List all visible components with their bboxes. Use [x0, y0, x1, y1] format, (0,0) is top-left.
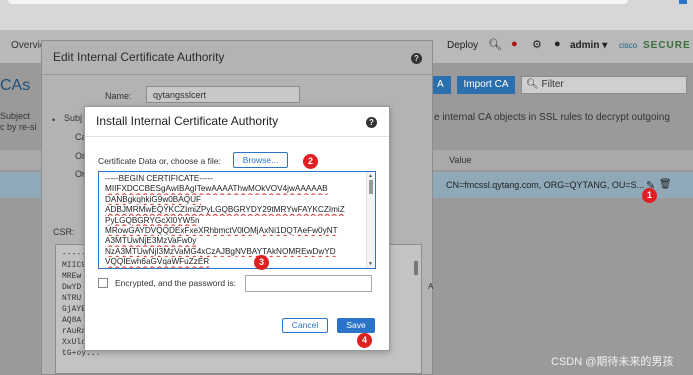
bullet-icon: • [52, 115, 56, 125]
row-value: CN=fmcssl.qytang.com, ORG=QYTANG, OU=S..… [446, 180, 645, 190]
browser-strip [0, 0, 693, 30]
browser-strip-inner [8, 0, 628, 4]
browser-strip-accent [679, 0, 687, 4]
encrypted-label: Encrypted, and the password is: [115, 278, 236, 288]
cert-line: DANBgkqhkiG9w0BAQUF [105, 194, 202, 204]
certificate-scrollbar[interactable]: ▲ ▼ [366, 172, 375, 268]
alert-icon[interactable]: ● [511, 38, 518, 50]
cert-line: MRowGAYDVQQDExFxeXRhbmctV0lOMjAxNi1DQTAe… [105, 226, 338, 236]
search-icon[interactable]: 🔍︎ [488, 38, 502, 51]
csr-label: CSR: [53, 227, 75, 237]
edit-ca-dialog-title: Edit Internal Certificate Authority [53, 50, 225, 64]
name-input[interactable]: qytangsslcert [146, 86, 300, 103]
certificate-data-label: Certificate Data or, choose a file: [98, 156, 221, 166]
dialog-divider [85, 136, 389, 137]
cancel-button[interactable]: Cancel [282, 318, 328, 333]
csr-tail: A [428, 282, 434, 291]
admin-label: admin [570, 40, 600, 51]
encrypted-checkbox[interactable] [98, 278, 108, 288]
filter-placeholder: Filter [541, 79, 564, 90]
page-title: CAs [0, 77, 31, 94]
password-input[interactable] [245, 275, 372, 292]
install-ca-dialog: Install Internal Certificate Authority ?… [84, 106, 390, 351]
help-icon[interactable]: ? [366, 117, 377, 128]
subject-label: Subj [64, 113, 83, 123]
cert-line: -----BEGIN CERTIFICATE----- [105, 174, 213, 183]
cert-line: ADBJMRMwEQYKCZImiZPyLGQBGRYDY29tMRYwFAYK… [105, 205, 345, 215]
left-text-1: Subject [0, 111, 31, 121]
scroll-down-icon[interactable]: ▼ [368, 261, 373, 267]
import-ca-button[interactable]: Import CA [457, 76, 515, 94]
csr-scrollbar[interactable] [414, 261, 418, 275]
save-button[interactable]: Save [337, 318, 375, 333]
column-header-value: Value [449, 155, 472, 165]
install-ca-dialog-title: Install Internal Certificate Authority [96, 114, 279, 128]
cert-line: VQQIEwh6aGVqaWFuZzER [105, 257, 210, 267]
step-marker-2: 2 [303, 154, 318, 169]
cert-line: A3MTUwNjE3MzVaFw0y [105, 236, 197, 246]
name-label: Name: [105, 91, 132, 101]
dialog-divider [42, 74, 432, 75]
browse-button[interactable]: Browse... [233, 152, 288, 168]
step-marker-1: 1 [642, 188, 657, 203]
help-icon[interactable]: ● [554, 38, 561, 50]
help-icon[interactable]: ? [411, 53, 422, 64]
certificate-textarea[interactable]: -----BEGIN CERTIFICATE----- MIIFXDCCBESg… [98, 171, 376, 269]
add-ca-button[interactable]: A [432, 76, 451, 94]
admin-menu[interactable]: admin ▾ [570, 40, 607, 51]
cert-line: MIIFXDCCBESgAwIBAgITewAAAAThwMOkVOV4jwAA… [105, 184, 328, 194]
secure-logo: SECURE [643, 40, 691, 51]
cert-line: NzA3MTUwNjI3MzVaMG4xCzAJBgNVBAYTAkNOMREw… [105, 246, 336, 256]
scroll-thumb[interactable] [369, 180, 373, 194]
trash-icon[interactable]: 🗑︎ [659, 179, 672, 190]
filter-search-icon: 🔍︎ [526, 79, 539, 90]
step-marker-3: 3 [254, 255, 269, 270]
left-text-2: c by re-si [0, 122, 37, 132]
encrypted-row: Encrypted, and the password is: [98, 275, 376, 293]
step-marker-4: 4 [357, 333, 372, 348]
deploy-link[interactable]: Deploy [447, 40, 478, 51]
watermark: CSDN @期待未来的男孩 [551, 356, 674, 368]
gear-icon[interactable]: ⚙ [532, 38, 542, 51]
cisco-logo: cisco [619, 41, 638, 50]
filter-input[interactable]: 🔍︎ Filter [521, 76, 687, 94]
intro-text: e internal CA objects in SSL rules to de… [434, 112, 670, 123]
cert-line: PyLGQBGRYGcXl0YW5n [105, 215, 200, 225]
scroll-up-icon[interactable]: ▲ [368, 173, 373, 179]
